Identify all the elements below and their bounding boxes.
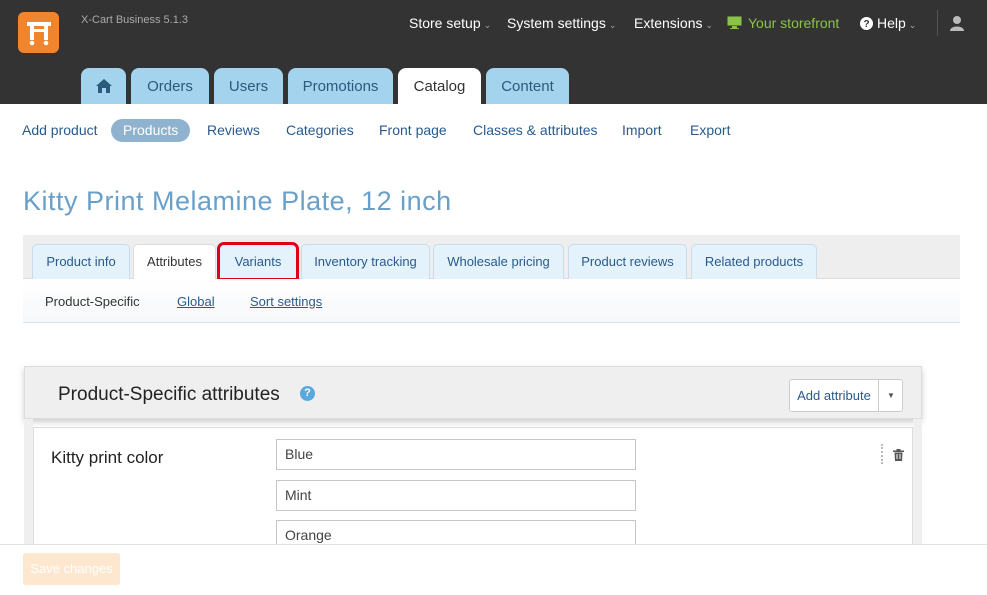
- nav-label: Store setup: [409, 15, 481, 31]
- header-divider: [937, 10, 938, 36]
- chevron-down-icon: ⌄: [483, 20, 492, 30]
- subtab-global[interactable]: Global: [177, 294, 215, 309]
- nav-label: Help: [877, 15, 906, 31]
- subnav-classes-attributes[interactable]: Classes & attributes: [473, 119, 598, 142]
- svg-text:?: ?: [863, 19, 869, 30]
- tab-orders[interactable]: Orders: [131, 68, 209, 104]
- add-attribute-button[interactable]: Add attribute: [790, 380, 879, 411]
- user-icon: [950, 16, 964, 31]
- attribute-value-field[interactable]: Blue: [276, 439, 636, 470]
- drag-handle-icon[interactable]: [881, 444, 883, 464]
- xcart-logo[interactable]: [18, 12, 59, 53]
- subnav-categories[interactable]: Categories: [286, 119, 354, 142]
- tab-variants[interactable]: Variants: [217, 242, 299, 281]
- cart-logo-icon: [27, 22, 51, 46]
- attribute-subtabs-bar: [23, 279, 960, 323]
- subtab-sort-settings[interactable]: Sort settings: [250, 294, 322, 309]
- tab-attributes[interactable]: Attributes: [133, 244, 216, 280]
- attributes-panel-title: Product-Specific attributes: [58, 384, 280, 405]
- tab-product-reviews[interactable]: Product reviews: [568, 244, 687, 279]
- tab-catalog[interactable]: Catalog: [398, 68, 481, 104]
- subnav-reviews[interactable]: Reviews: [207, 119, 260, 142]
- tab-product-info[interactable]: Product info: [32, 244, 130, 279]
- user-menu[interactable]: [949, 15, 965, 34]
- delete-attribute-button[interactable]: [893, 448, 904, 464]
- subnav-export[interactable]: Export: [690, 119, 730, 142]
- chevron-down-icon: ⌄: [908, 20, 917, 30]
- save-changes-button[interactable]: Save changes: [23, 553, 120, 585]
- home-icon: [95, 79, 112, 93]
- attribute-value-field[interactable]: Mint: [276, 480, 636, 511]
- nav-system-settings[interactable]: System settings ⌄: [507, 15, 616, 33]
- tab-content[interactable]: Content: [486, 68, 569, 104]
- nav-your-storefront[interactable]: Your storefront: [727, 15, 839, 33]
- subnav-import[interactable]: Import: [622, 119, 662, 142]
- tab-wholesale-pricing[interactable]: Wholesale pricing: [433, 244, 564, 279]
- page-title: Kitty Print Melamine Plate, 12 inch: [23, 186, 452, 216]
- nav-store-setup[interactable]: Store setup ⌄: [409, 15, 491, 33]
- help-icon[interactable]: ?: [300, 386, 315, 401]
- app-version: X-Cart Business 5.1.3: [81, 14, 188, 26]
- question-circle-icon: ?: [860, 17, 873, 30]
- tab-home[interactable]: [81, 68, 126, 104]
- trash-icon: [893, 449, 904, 461]
- subnav-products[interactable]: Products: [111, 119, 191, 142]
- add-attribute-button-group: Add attribute ▼: [789, 379, 903, 412]
- tab-users[interactable]: Users: [214, 68, 283, 104]
- tab-related-products[interactable]: Related products: [691, 244, 817, 279]
- panel-edge: [913, 419, 922, 549]
- panel-edge: [24, 419, 33, 549]
- tab-promotions[interactable]: Promotions: [288, 68, 393, 104]
- sticky-footer: [0, 544, 987, 595]
- caret-down-icon: ▼: [887, 391, 895, 400]
- subtab-product-specific[interactable]: Product-Specific: [45, 294, 140, 309]
- nav-help[interactable]: ? Help ⌄: [860, 15, 916, 33]
- nav-label: Extensions: [634, 15, 703, 31]
- chevron-down-icon: ⌄: [608, 20, 617, 30]
- chevron-down-icon: ⌄: [705, 20, 714, 30]
- subnav-add-product[interactable]: Add product: [22, 119, 98, 142]
- nav-label: Your storefront: [748, 15, 840, 31]
- subnav-front-page[interactable]: Front page: [379, 119, 447, 142]
- monitor-icon: [727, 16, 742, 29]
- nav-label: System settings: [507, 15, 606, 31]
- add-attribute-dropdown[interactable]: ▼: [879, 380, 903, 411]
- tab-inventory-tracking[interactable]: Inventory tracking: [301, 244, 430, 279]
- nav-extensions[interactable]: Extensions ⌄: [634, 15, 713, 33]
- attribute-name: Kitty print color: [51, 448, 164, 467]
